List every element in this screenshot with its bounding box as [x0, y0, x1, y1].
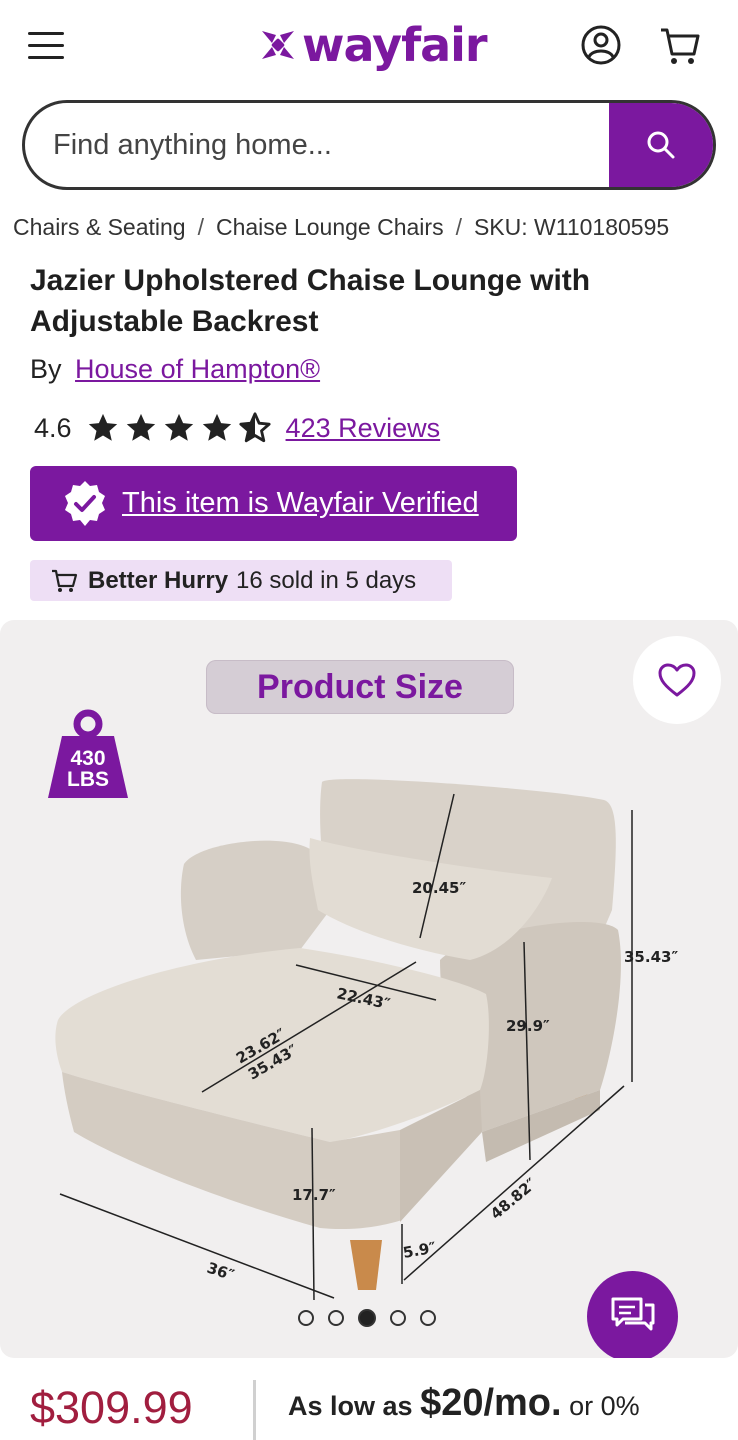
- chat-button[interactable]: [587, 1271, 678, 1358]
- star-full-icon: [126, 413, 155, 441]
- logo-text: wayfair: [302, 18, 488, 72]
- carousel-dots: [298, 1309, 436, 1327]
- hamburger-icon: [28, 32, 64, 35]
- breadcrumb-item[interactable]: Chaise Lounge Chairs: [216, 214, 444, 241]
- carousel-dot[interactable]: [420, 1310, 436, 1326]
- reviews-link[interactable]: 423 Reviews: [286, 413, 441, 444]
- breadcrumb-separator: /: [197, 214, 204, 240]
- star-full-icon: [202, 413, 231, 441]
- price-row: $309.99 As low as $20/mo. or 0%: [0, 1362, 738, 1440]
- account-button[interactable]: [580, 24, 622, 66]
- search-button[interactable]: [609, 103, 713, 187]
- cart-icon: [52, 569, 78, 592]
- wayfair-verified-banner[interactable]: This item is Wayfair Verified: [30, 466, 517, 541]
- breadcrumb-separator: /: [455, 214, 462, 240]
- price: $309.99: [30, 1382, 193, 1433]
- urgency-badge: Better Hurry 16 sold in 5 days: [30, 560, 452, 601]
- rating-value: 4.6: [34, 412, 72, 443]
- by-label: By: [30, 354, 62, 384]
- breadcrumb-item[interactable]: Chairs & Seating: [13, 214, 186, 241]
- chaise-lounge-image: 20.45″ 35.43″ 22.43″ 23.62″ 35.43″ 29.9″…: [55, 779, 678, 1301]
- favorite-button[interactable]: [633, 636, 721, 724]
- star-full-icon: [88, 413, 117, 441]
- star-rating: [86, 411, 272, 445]
- carousel-dot[interactable]: [328, 1310, 344, 1326]
- search-bar: [22, 100, 716, 190]
- dim-seat-height: 17.7″: [292, 1186, 336, 1204]
- product-image-gallery[interactable]: Product Size 430 LBS 20.45″ 35.43″ 22.43…: [0, 620, 738, 1358]
- urgency-bold: Better Hurry: [88, 566, 229, 594]
- price-divider: [253, 1380, 256, 1440]
- top-header: wayfair: [0, 0, 738, 95]
- carousel-dot[interactable]: [298, 1310, 314, 1326]
- account-icon: [581, 25, 621, 65]
- carousel-dot-active[interactable]: [358, 1309, 376, 1327]
- cart-button[interactable]: [658, 24, 702, 68]
- chat-icon: [611, 1297, 654, 1330]
- menu-button[interactable]: [26, 28, 68, 64]
- brand-byline: By House of Hampton®: [30, 354, 320, 385]
- product-title: Jazier Upholstered Chaise Lounge with Ad…: [30, 264, 591, 338]
- dim-width: 36″: [205, 1259, 237, 1285]
- financing-info[interactable]: As low as $20/mo. or 0%: [288, 1382, 640, 1425]
- sku-label: SKU: W110180595: [473, 214, 670, 240]
- financing-tail: or 0%: [569, 1391, 640, 1421]
- star-full-icon: [164, 413, 193, 441]
- product-size-label: Product Size: [206, 660, 514, 714]
- star-half-icon: [238, 412, 271, 443]
- rating-row: 4.6 423 Reviews: [34, 408, 440, 448]
- search-icon: [647, 131, 675, 159]
- dim-back-width: 20.45″: [412, 879, 466, 897]
- carousel-dot[interactable]: [390, 1310, 406, 1326]
- verified-check-badge-icon: [65, 480, 105, 526]
- wayfair-logo-mark-icon: [262, 31, 294, 59]
- urgency-text: 16 sold in 5 days: [236, 566, 417, 594]
- dim-leg: 5.9″: [402, 1238, 438, 1262]
- dim-arm-height: 29.9″: [506, 1017, 550, 1035]
- dim-depth: 48.82″: [487, 1174, 540, 1223]
- cart-icon: [661, 28, 700, 64]
- breadcrumb: Chairs & Seating / Chaise Lounge Chairs …: [0, 210, 738, 244]
- verified-label: This item is Wayfair Verified: [122, 487, 479, 519]
- financing-lead: As low as: [288, 1391, 413, 1421]
- brand-link[interactable]: House of Hampton®: [75, 354, 320, 384]
- wayfair-logo[interactable]: wayfair: [258, 14, 488, 76]
- search-input[interactable]: [25, 103, 615, 187]
- financing-amount: $20/mo.: [420, 1382, 562, 1424]
- heart-icon: [658, 663, 696, 697]
- dim-height: 35.43″: [624, 948, 678, 966]
